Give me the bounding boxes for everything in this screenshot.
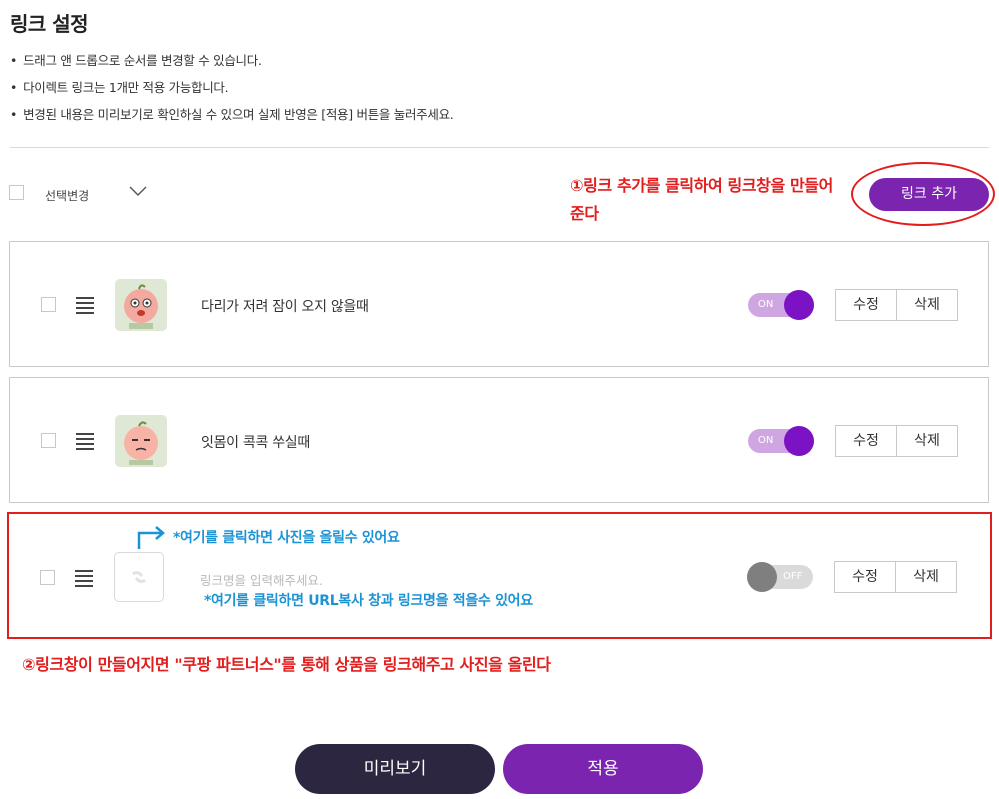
add-link-button[interactable]: 링크 추가 [869, 178, 989, 211]
chevron-down-icon[interactable] [129, 185, 147, 197]
divider [10, 147, 989, 148]
preview-button[interactable]: 미리보기 [295, 744, 495, 794]
row-checkbox[interactable] [41, 433, 56, 448]
peach-character-icon [115, 415, 167, 467]
select-all-checkbox[interactable] [9, 185, 24, 200]
edit-delete-group: 수정 삭제 [835, 425, 958, 457]
peach-character-icon [115, 279, 167, 331]
drag-handle-icon[interactable] [76, 433, 94, 453]
link-toggle[interactable]: ON [748, 290, 814, 320]
guide-item: 변경된 내용은 미리보기로 확인하실 수 있으며 실제 반영은 [적용] 버튼을… [10, 106, 454, 133]
row-checkbox[interactable] [40, 570, 55, 585]
drag-handle-icon[interactable] [76, 297, 94, 317]
link-icon [131, 571, 147, 583]
guide-list: 드래그 앤 드롭으로 순서를 변경할 수 있습니다. 다이렉트 링크는 1개만 … [10, 52, 454, 133]
link-card[interactable]: 잇몸이 콕콕 쑤실때 ON 수정 삭제 [9, 377, 989, 503]
link-toggle[interactable]: ON [748, 426, 814, 456]
edit-button[interactable]: 수정 [835, 289, 897, 321]
annotation-step1: ①링크 추가를 클릭하여 링크창을 만들어 준다 [570, 176, 833, 223]
toggle-state: ON [758, 299, 774, 310]
image-upload-slot[interactable] [114, 552, 164, 602]
guide-item: 드래그 앤 드롭으로 순서를 변경할 수 있습니다. [10, 52, 453, 79]
guide-item: 다이렉트 링크는 1개만 적용 가능합니다. [10, 79, 453, 106]
select-change-label[interactable]: 선택변경 [45, 187, 89, 204]
annotation-photo-note: *여기를 클릭하면 사진을 올릴수 있어요 [173, 530, 400, 546]
link-toggle[interactable]: OFF [747, 562, 813, 592]
toggle-state: OFF [783, 571, 803, 582]
annotation-step2: ②링크창이 만들어지면 "쿠팡 파트너스"를 통해 상품을 링크해주고 사진을 … [22, 655, 551, 674]
link-card[interactable]: 다리가 저려 잠이 오지 않을때 ON 수정 삭제 [9, 241, 989, 367]
edit-delete-group: 수정 삭제 [834, 561, 957, 593]
edit-button[interactable]: 수정 [834, 561, 896, 593]
annotation-url-note: *여기를 클릭하면 URL복사 창과 링크명을 적을수 있어요 [204, 593, 533, 609]
delete-button[interactable]: 삭제 [897, 425, 958, 457]
edit-delete-group: 수정 삭제 [835, 289, 958, 321]
link-name-input[interactable]: 링크명을 입력해주세요. [200, 570, 323, 589]
drag-handle-icon[interactable] [75, 570, 93, 590]
edit-button[interactable]: 수정 [835, 425, 897, 457]
delete-button[interactable]: 삭제 [897, 289, 958, 321]
link-thumbnail[interactable] [115, 415, 167, 467]
link-title[interactable]: 잇몸이 콕콕 쑤실때 [201, 432, 310, 452]
apply-button[interactable]: 적용 [503, 744, 703, 794]
toggle-state: ON [758, 435, 774, 446]
link-thumbnail[interactable] [115, 279, 167, 331]
arrow-right-icon [137, 526, 165, 549]
row-checkbox[interactable] [41, 297, 56, 312]
link-title[interactable]: 다리가 저려 잠이 오지 않을때 [201, 296, 369, 316]
delete-button[interactable]: 삭제 [896, 561, 957, 593]
page-title: 링크 설정 [10, 12, 89, 36]
